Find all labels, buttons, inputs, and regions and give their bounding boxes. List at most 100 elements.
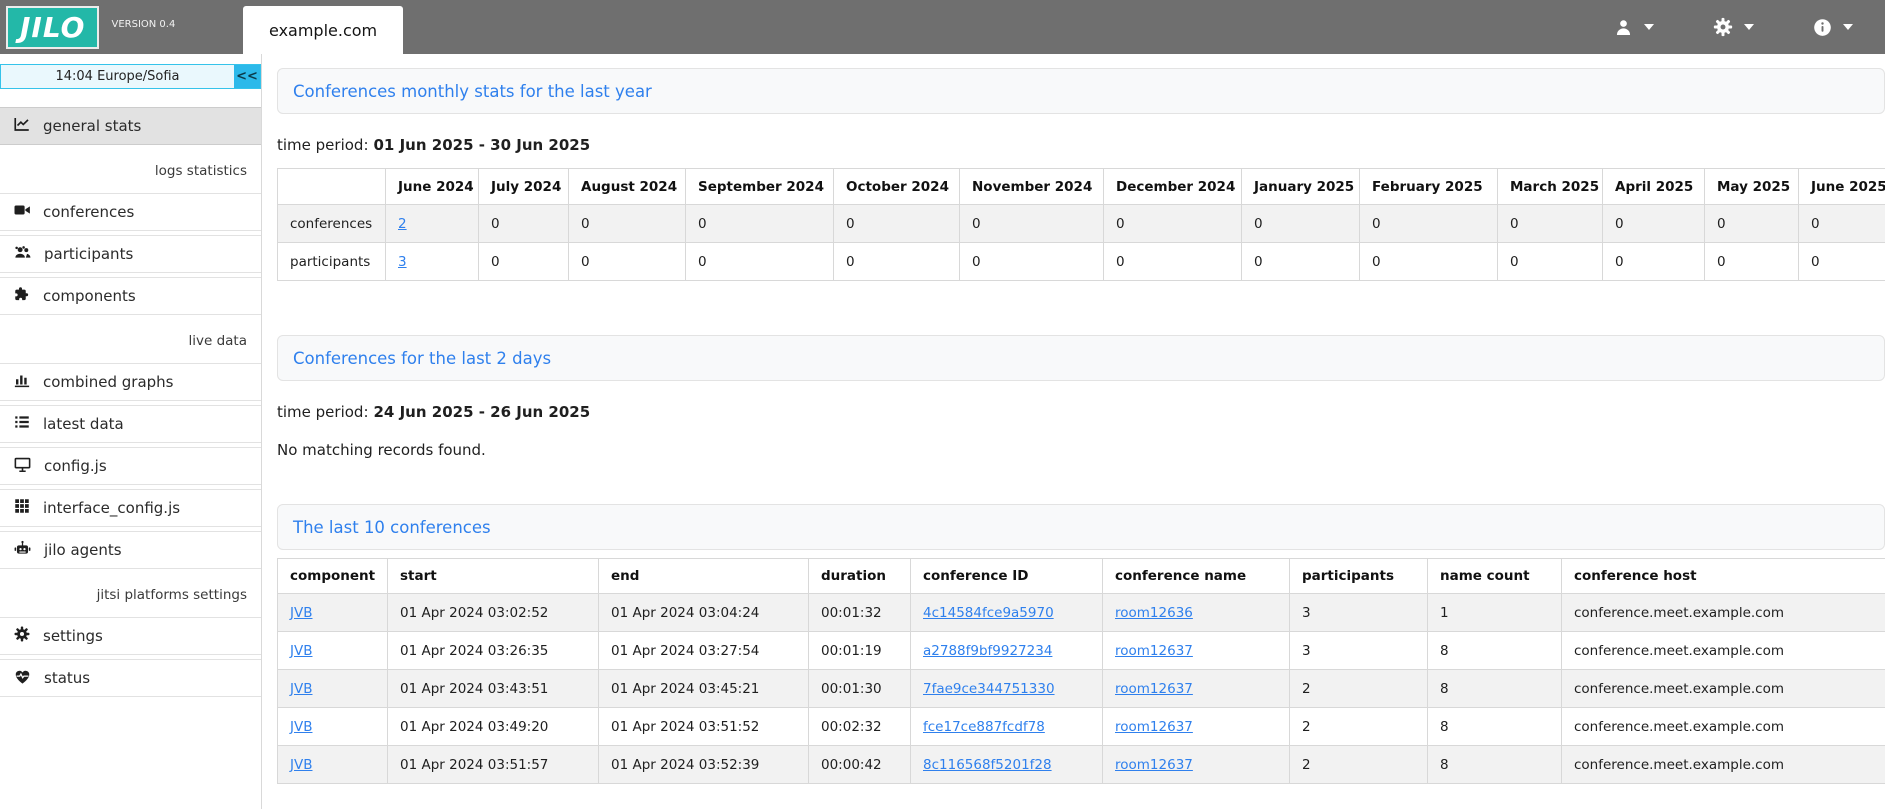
user-icon	[1613, 17, 1634, 38]
column-header: October 2024	[834, 169, 960, 205]
table-cell: 8c116568f5201f28	[911, 746, 1103, 784]
table-cell: 01 Apr 2024 03:49:20	[388, 708, 599, 746]
table-link[interactable]: room12637	[1115, 719, 1193, 735]
table-link[interactable]: room12637	[1115, 643, 1193, 659]
sidebar-item-components[interactable]: components	[0, 277, 261, 315]
no-records-message: No matching records found.	[277, 441, 1885, 459]
section-label-logs-statistics: logs statistics	[0, 149, 261, 193]
table-cell: 1	[1428, 594, 1562, 632]
table-link[interactable]: JVB	[290, 643, 312, 659]
gear-icon	[13, 625, 31, 647]
grid-icon	[13, 497, 31, 519]
sidebar-item-combined-graphs[interactable]: combined graphs	[0, 363, 261, 401]
sidebar-item-settings[interactable]: settings	[0, 617, 261, 655]
sidebar-item-general-stats[interactable]: general stats	[0, 107, 261, 145]
section-label-live-data: live data	[0, 319, 261, 363]
table-link[interactable]: JVB	[290, 681, 312, 697]
table-link[interactable]: room12637	[1115, 681, 1193, 697]
table-link[interactable]: 3	[398, 254, 407, 270]
table-cell: 2	[1290, 746, 1428, 784]
table-row: participants3000000000000	[278, 243, 1885, 281]
time-period-label: time period:	[277, 403, 369, 421]
section-label-jitsi-platforms-settings: jitsi platforms settings	[0, 573, 261, 617]
sidebar-item-jilo-agents[interactable]: jilo agents	[0, 531, 261, 569]
table-cell: 01 Apr 2024 03:26:35	[388, 632, 599, 670]
video-camera-icon	[13, 201, 31, 223]
table-cell: 0	[1705, 243, 1799, 281]
table-cell: 8	[1428, 632, 1562, 670]
table-cell: 0	[1799, 205, 1885, 243]
table-row: JVB01 Apr 2024 03:02:5201 Apr 2024 03:04…	[278, 594, 1885, 632]
table-cell: 0	[569, 243, 686, 281]
settings-menu[interactable]	[1712, 16, 1754, 38]
table-cell: 01 Apr 2024 03:45:21	[599, 670, 809, 708]
logo-text: JILO	[20, 11, 85, 44]
chevron-down-icon	[1644, 24, 1654, 30]
column-header: August 2024	[569, 169, 686, 205]
table-cell: fce17ce887fcdf78	[911, 708, 1103, 746]
column-header: January 2025	[1242, 169, 1360, 205]
table-cell: 01 Apr 2024 03:52:39	[599, 746, 809, 784]
table-cell: JVB	[278, 670, 388, 708]
column-header: end	[599, 559, 809, 594]
card-title-text: Conferences monthly stats for the last y…	[293, 82, 652, 101]
table-row: JVB 01 Apr 2024 03:49:2001 Apr 2024 03:51…	[278, 708, 1885, 746]
sidebar-item-label: jilo agents	[44, 541, 122, 559]
table-link[interactable]: JVB	[290, 757, 312, 773]
table-cell: 00:01:32	[809, 594, 911, 632]
table-link[interactable]: a2788f9bf9927234	[923, 643, 1052, 659]
sidebar-item-interface-config-js[interactable]: interface_config.js	[0, 489, 261, 527]
table-cell: a2788f9bf9927234	[911, 632, 1103, 670]
table-cell: JVB	[278, 594, 388, 632]
info-icon	[1812, 17, 1833, 38]
table-cell: JVB	[278, 632, 388, 670]
sidebar-item-config-js[interactable]: config.js	[0, 447, 261, 485]
table-cell: 0	[1360, 205, 1498, 243]
table-link[interactable]: 7fae9ce344751330	[923, 681, 1055, 697]
table-cell: 00:01:19	[809, 632, 911, 670]
table-link[interactable]: 2	[398, 216, 407, 232]
sidebar-collapse-button[interactable]: <<	[234, 65, 260, 88]
table-cell: 7fae9ce344751330	[911, 670, 1103, 708]
table-link[interactable]: 8c116568f5201f28	[923, 757, 1052, 773]
users-icon	[13, 243, 32, 266]
table-cell: 8	[1428, 670, 1562, 708]
clock-time: 14:04 Europe/Sofia	[1, 65, 234, 88]
sidebar-item-label: interface_config.js	[43, 499, 180, 517]
table-cell: 0	[1242, 205, 1360, 243]
table-link[interactable]: fce17ce887fcdf78	[923, 719, 1045, 735]
column-header: November 2024	[960, 169, 1104, 205]
table-cell: 3	[1290, 594, 1428, 632]
table-link[interactable]: 4c14584fce9a5970	[923, 605, 1054, 621]
sidebar-item-conferences[interactable]: conferences	[0, 193, 261, 231]
user-menu[interactable]	[1613, 17, 1654, 38]
sidebar: 14:04 Europe/Sofia << general stats logs…	[0, 54, 262, 809]
column-header: February 2025	[1360, 169, 1498, 205]
table-row: JVB01 Apr 2024 03:51:5701 Apr 2024 03:52…	[278, 746, 1885, 784]
table-link[interactable]: room12637	[1115, 757, 1193, 773]
sidebar-item-label: conferences	[43, 203, 134, 221]
table-link[interactable]: JVB	[290, 605, 312, 621]
table-cell: 0	[834, 205, 960, 243]
table-cell: 0	[1104, 205, 1242, 243]
column-header: April 2025	[1603, 169, 1705, 205]
sidebar-item-participants[interactable]: participants	[0, 235, 261, 273]
sidebar-item-label: general stats	[43, 117, 141, 135]
table-link[interactable]: JVB	[290, 719, 312, 735]
table-row: JVB 01 Apr 2024 03:26:3501 Apr 2024 03:27…	[278, 632, 1885, 670]
chevron-down-icon	[1843, 24, 1853, 30]
platform-tab-example-com[interactable]: example.com	[243, 6, 403, 54]
sidebar-item-status[interactable]: status	[0, 659, 261, 697]
table-cell: room12637	[1103, 746, 1290, 784]
info-menu[interactable]	[1812, 17, 1853, 38]
table-cell: 01 Apr 2024 03:27:54	[599, 632, 809, 670]
two-days-time-period: time period:24 Jun 2025 - 26 Jun 2025	[277, 403, 1885, 421]
table-cell: 0	[1360, 243, 1498, 281]
monthly-stats-table: June 2024July 2024August 2024September 2…	[277, 168, 1885, 281]
sidebar-item-latest-data[interactable]: latest data	[0, 405, 261, 443]
table-cell: 01 Apr 2024 03:51:52	[599, 708, 809, 746]
table-cell: 0	[1603, 243, 1705, 281]
bar-chart-icon	[13, 371, 31, 393]
monthly-time-period: time period:01 Jun 2025 - 30 Jun 2025	[277, 136, 1885, 154]
table-link[interactable]: room12636	[1115, 605, 1193, 621]
